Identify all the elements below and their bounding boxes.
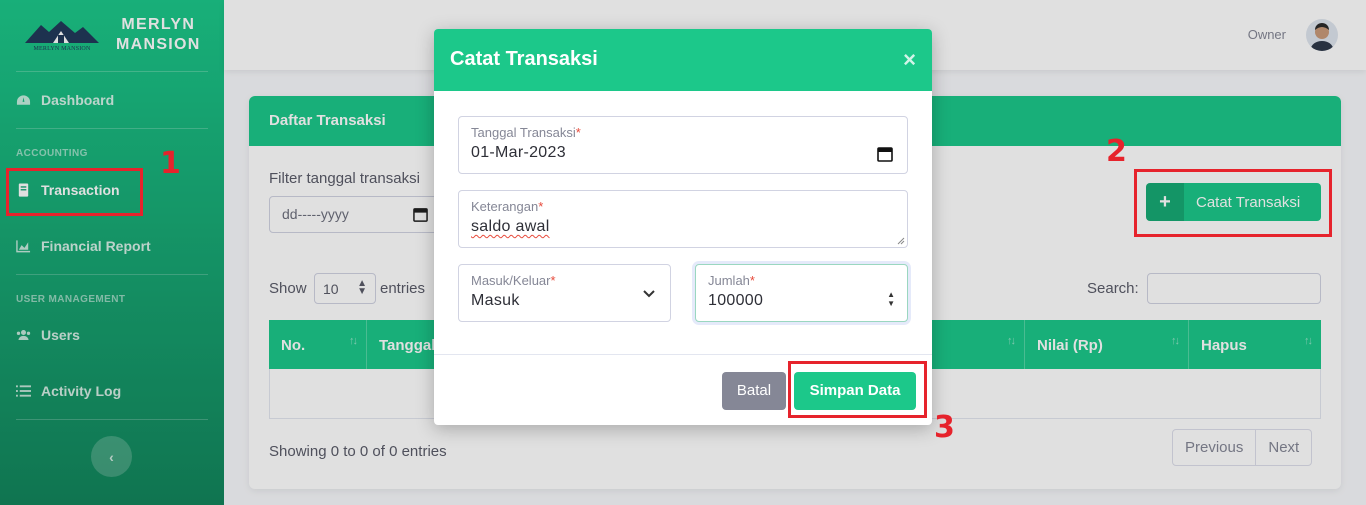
date-field-label: Tanggal Transaksi* <box>471 125 581 140</box>
annotation-number-1: 1 <box>160 146 181 181</box>
calendar-icon[interactable] <box>877 146 893 162</box>
description-field-value: saldo awal <box>471 218 550 235</box>
date-field-value: 01-Mar-2023 <box>471 144 566 161</box>
modal-header: Catat Transaksi × <box>434 29 932 91</box>
amount-field[interactable]: Jumlah* 100000 ▲ ▼ <box>695 264 908 322</box>
annotation-number-3: 3 <box>934 410 955 445</box>
annotation-number-2: 2 <box>1106 134 1127 169</box>
number-spinner-icon[interactable]: ▲ ▼ <box>887 290 895 308</box>
highlight-box-add-button <box>1134 169 1332 237</box>
description-field-label: Keterangan* <box>471 199 544 214</box>
chevron-down-icon <box>643 290 655 298</box>
type-select[interactable]: Masuk/Keluar* Masuk <box>458 264 671 322</box>
modal-title: Catat Transaksi <box>450 48 598 70</box>
resize-handle-icon[interactable] <box>897 237 905 245</box>
amount-field-label: Jumlah* <box>708 273 755 288</box>
cancel-button[interactable]: Batal <box>722 372 786 410</box>
date-field[interactable]: Tanggal Transaksi* 01-Mar-2023 <box>458 116 908 174</box>
close-icon[interactable]: × <box>903 47 916 73</box>
highlight-box-transaction <box>6 168 143 216</box>
type-select-label: Masuk/Keluar* <box>471 273 556 288</box>
amount-field-value: 100000 <box>708 292 764 309</box>
highlight-box-save-button <box>788 361 927 418</box>
type-select-value: Masuk <box>471 292 520 309</box>
description-field[interactable]: Keterangan* saldo awal <box>458 190 908 248</box>
